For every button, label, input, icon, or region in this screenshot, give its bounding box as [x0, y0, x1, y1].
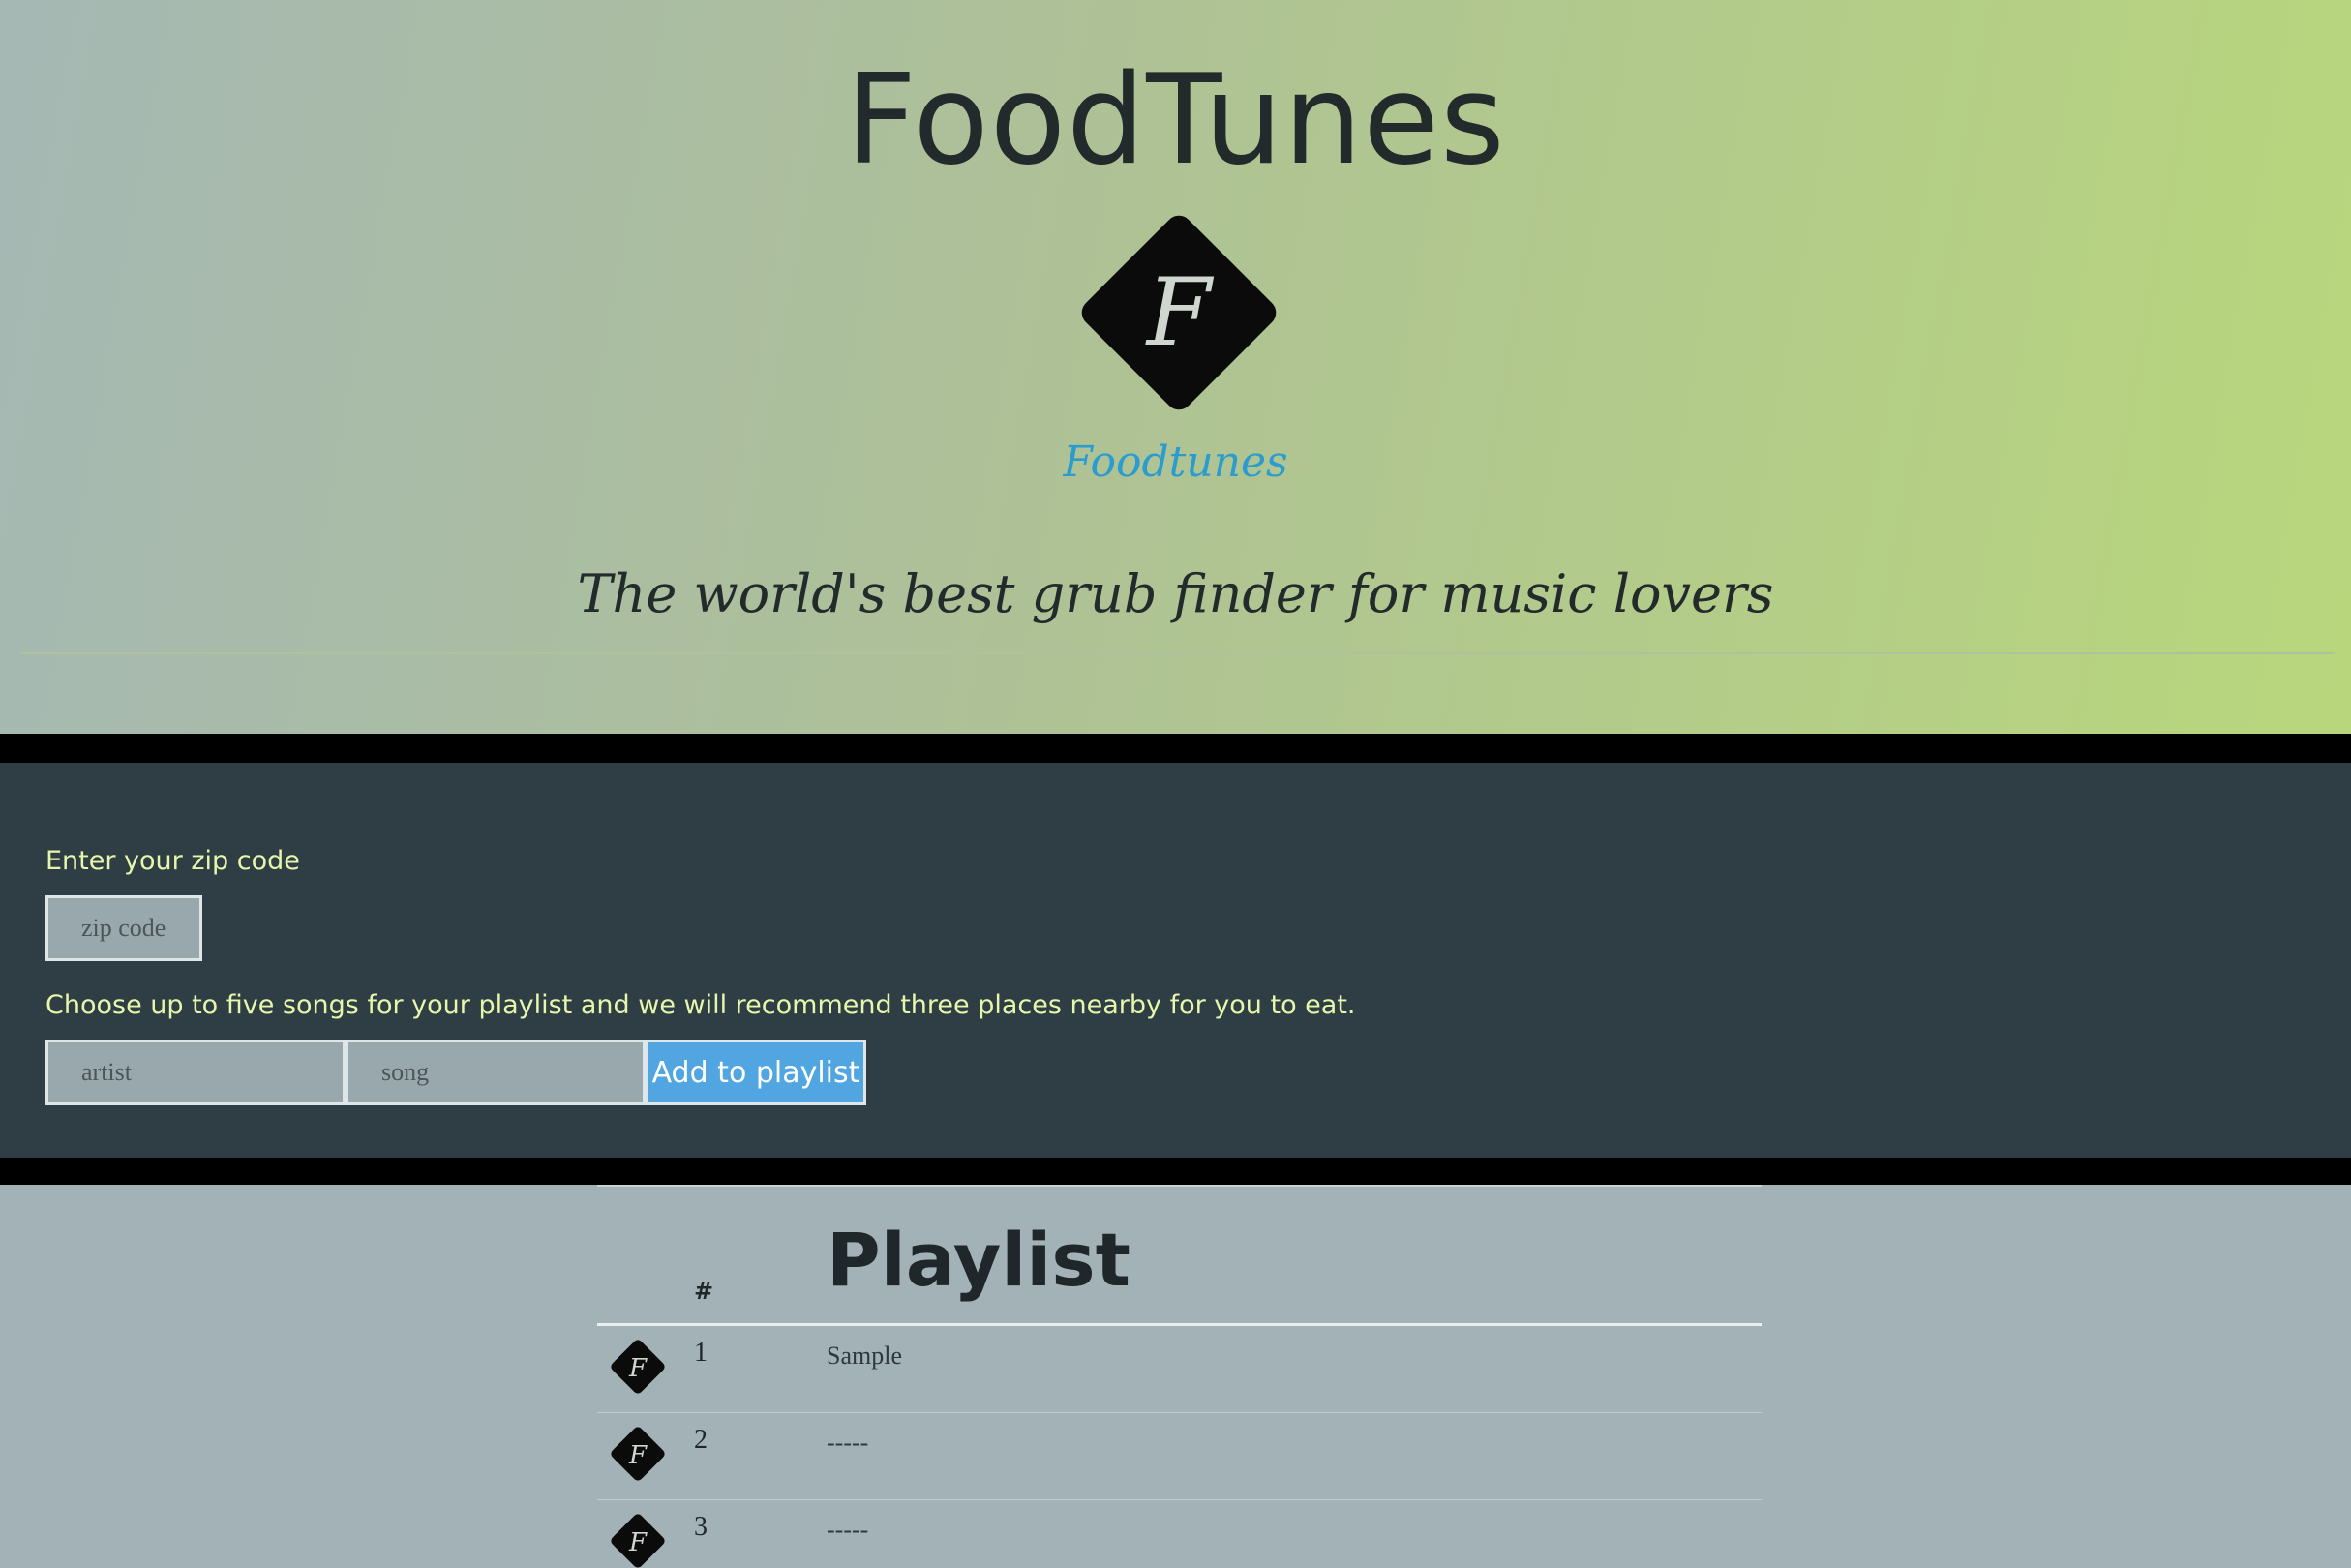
song-input[interactable]	[346, 1040, 646, 1105]
add-to-playlist-button[interactable]: Add to playlist	[646, 1040, 866, 1105]
table-row: F 3 -----	[597, 1500, 1762, 1568]
artist-input[interactable]	[45, 1040, 346, 1105]
search-form-panel: Enter your zip code Choose up to five so…	[0, 763, 2351, 1158]
table-row: F 2 -----	[597, 1413, 1762, 1500]
foodtunes-logo-icon: F	[611, 1514, 665, 1568]
zip-code-label: Enter your zip code	[45, 846, 300, 876]
zip-code-input[interactable]	[45, 895, 202, 961]
number-column-header: #	[694, 1278, 714, 1305]
hero-banner: FoodTunes F Foodtunes The world's best g…	[0, 0, 2351, 734]
svg-text:F: F	[628, 1441, 648, 1470]
section-divider-band	[0, 734, 2351, 763]
foodtunes-logo: F	[1081, 215, 1277, 410]
row-number: 3	[694, 1512, 708, 1542]
foodtunes-logo-icon: F	[611, 1427, 665, 1481]
foodtunes-logo-icon: F	[611, 1340, 665, 1394]
row-song: Sample	[827, 1342, 902, 1370]
row-number: 1	[694, 1338, 708, 1368]
svg-text:F: F	[628, 1528, 648, 1557]
site-title: FoodTunes	[845, 48, 1506, 193]
section-divider-band	[0, 1158, 2351, 1185]
playlist-title: Playlist	[827, 1217, 1130, 1303]
logo-letter: F	[1145, 258, 1215, 367]
songs-instruction-label: Choose up to five songs for your playlis…	[45, 990, 1356, 1020]
playlist-top-divider	[597, 1185, 1762, 1187]
row-number: 2	[694, 1425, 708, 1455]
row-song: -----	[827, 1429, 869, 1457]
table-row: F 1 Sample	[597, 1326, 1762, 1413]
playlist-table: Playlist # F 1 Sample F 2 ----- F 3 ----…	[597, 1185, 1762, 1568]
tagline: The world's best grub finder for music l…	[577, 563, 1774, 624]
row-song: -----	[827, 1516, 869, 1544]
hero-divider	[21, 652, 2335, 654]
svg-text:F: F	[628, 1354, 648, 1383]
logo-wordmark: Foodtunes	[1063, 437, 1288, 487]
